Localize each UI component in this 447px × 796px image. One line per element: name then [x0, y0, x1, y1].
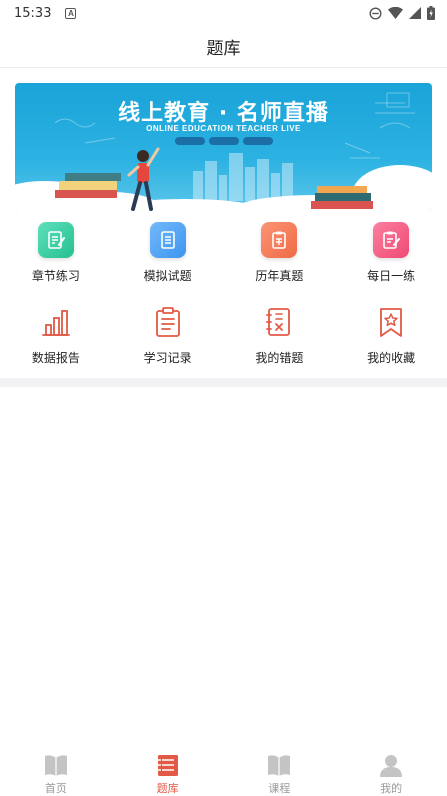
grid-label: 每日一练 — [367, 269, 416, 283]
nav-item-course[interactable]: 课程 — [224, 748, 336, 796]
grid-item-past-exam[interactable]: 历年真题 — [224, 222, 336, 300]
grid-label: 数据报告 — [31, 351, 80, 365]
do-not-disturb-icon — [369, 6, 382, 20]
grid-row-outline: 数据报告 学习记录 我的错题 我的收藏 — [0, 300, 447, 382]
notification-icon: A — [65, 7, 77, 19]
wifi-icon — [388, 7, 403, 19]
grid-item-daily-practice[interactable]: 每日一练 — [335, 222, 447, 300]
signal-icon — [409, 7, 421, 19]
favorites-icon — [373, 304, 409, 340]
title-bar: 题库 — [0, 26, 447, 68]
course-book-icon — [268, 755, 291, 776]
daily-practice-icon — [373, 222, 410, 258]
section-divider — [0, 378, 447, 387]
home-book-icon — [44, 755, 67, 776]
profile-icon — [380, 755, 403, 777]
nav-label: 我的 — [380, 782, 403, 795]
grid-label: 章节练习 — [31, 269, 80, 283]
page-title: 题库 — [206, 39, 241, 59]
grid-item-favorites[interactable]: 我的收藏 — [335, 300, 447, 382]
nav-item-question-bank[interactable]: 题库 — [112, 748, 224, 796]
nav-item-home[interactable]: 首页 — [0, 748, 112, 796]
status-time: 15:33 — [14, 5, 52, 21]
feature-grid: 章节练习 模拟试题 历年真题 每日一练 数据报告 学习记录 我的错题 我的收藏 — [0, 222, 447, 382]
past-exam-icon — [261, 222, 298, 258]
status-icons — [369, 6, 435, 20]
nav-label: 课程 — [268, 782, 291, 795]
banner-title: 线上教育 · 名师直播 — [118, 101, 329, 126]
mock-exam-icon — [149, 222, 186, 258]
grid-item-chapter-practice[interactable]: 章节练习 — [0, 222, 112, 300]
grid-item-wrong-questions[interactable]: 我的错题 — [224, 300, 336, 382]
grid-item-study-record[interactable]: 学习记录 — [112, 300, 224, 382]
grid-item-data-report[interactable]: 数据报告 — [0, 300, 112, 382]
grid-row-colored: 章节练习 模拟试题 历年真题 每日一练 — [0, 222, 447, 300]
nav-label: 题库 — [156, 782, 179, 795]
grid-label: 我的错题 — [255, 351, 304, 365]
nav-item-profile[interactable]: 我的 — [335, 748, 447, 796]
data-report-icon — [38, 304, 74, 340]
bottom-nav: 首页 题库 课程 我的 — [0, 748, 447, 796]
grid-label: 我的收藏 — [367, 351, 416, 365]
grid-label: 模拟试题 — [143, 269, 192, 283]
grid-label: 学习记录 — [143, 351, 192, 365]
question-bank-icon — [157, 755, 178, 776]
nav-label: 首页 — [44, 782, 67, 795]
wrong-questions-icon — [261, 304, 297, 340]
status-bar: 15:33 A — [0, 0, 447, 26]
promo-banner[interactable]: 线上教育 · 名师直播 ONLINE EDUCATION TEACHER LIV… — [15, 83, 432, 211]
grid-item-mock-exam[interactable]: 模拟试题 — [112, 222, 224, 300]
chapter-practice-icon — [37, 222, 74, 258]
banner-subtitle: ONLINE EDUCATION TEACHER LIVE — [146, 124, 301, 133]
study-record-icon — [150, 304, 186, 340]
battery-icon — [427, 6, 435, 20]
grid-label: 历年真题 — [255, 269, 304, 283]
